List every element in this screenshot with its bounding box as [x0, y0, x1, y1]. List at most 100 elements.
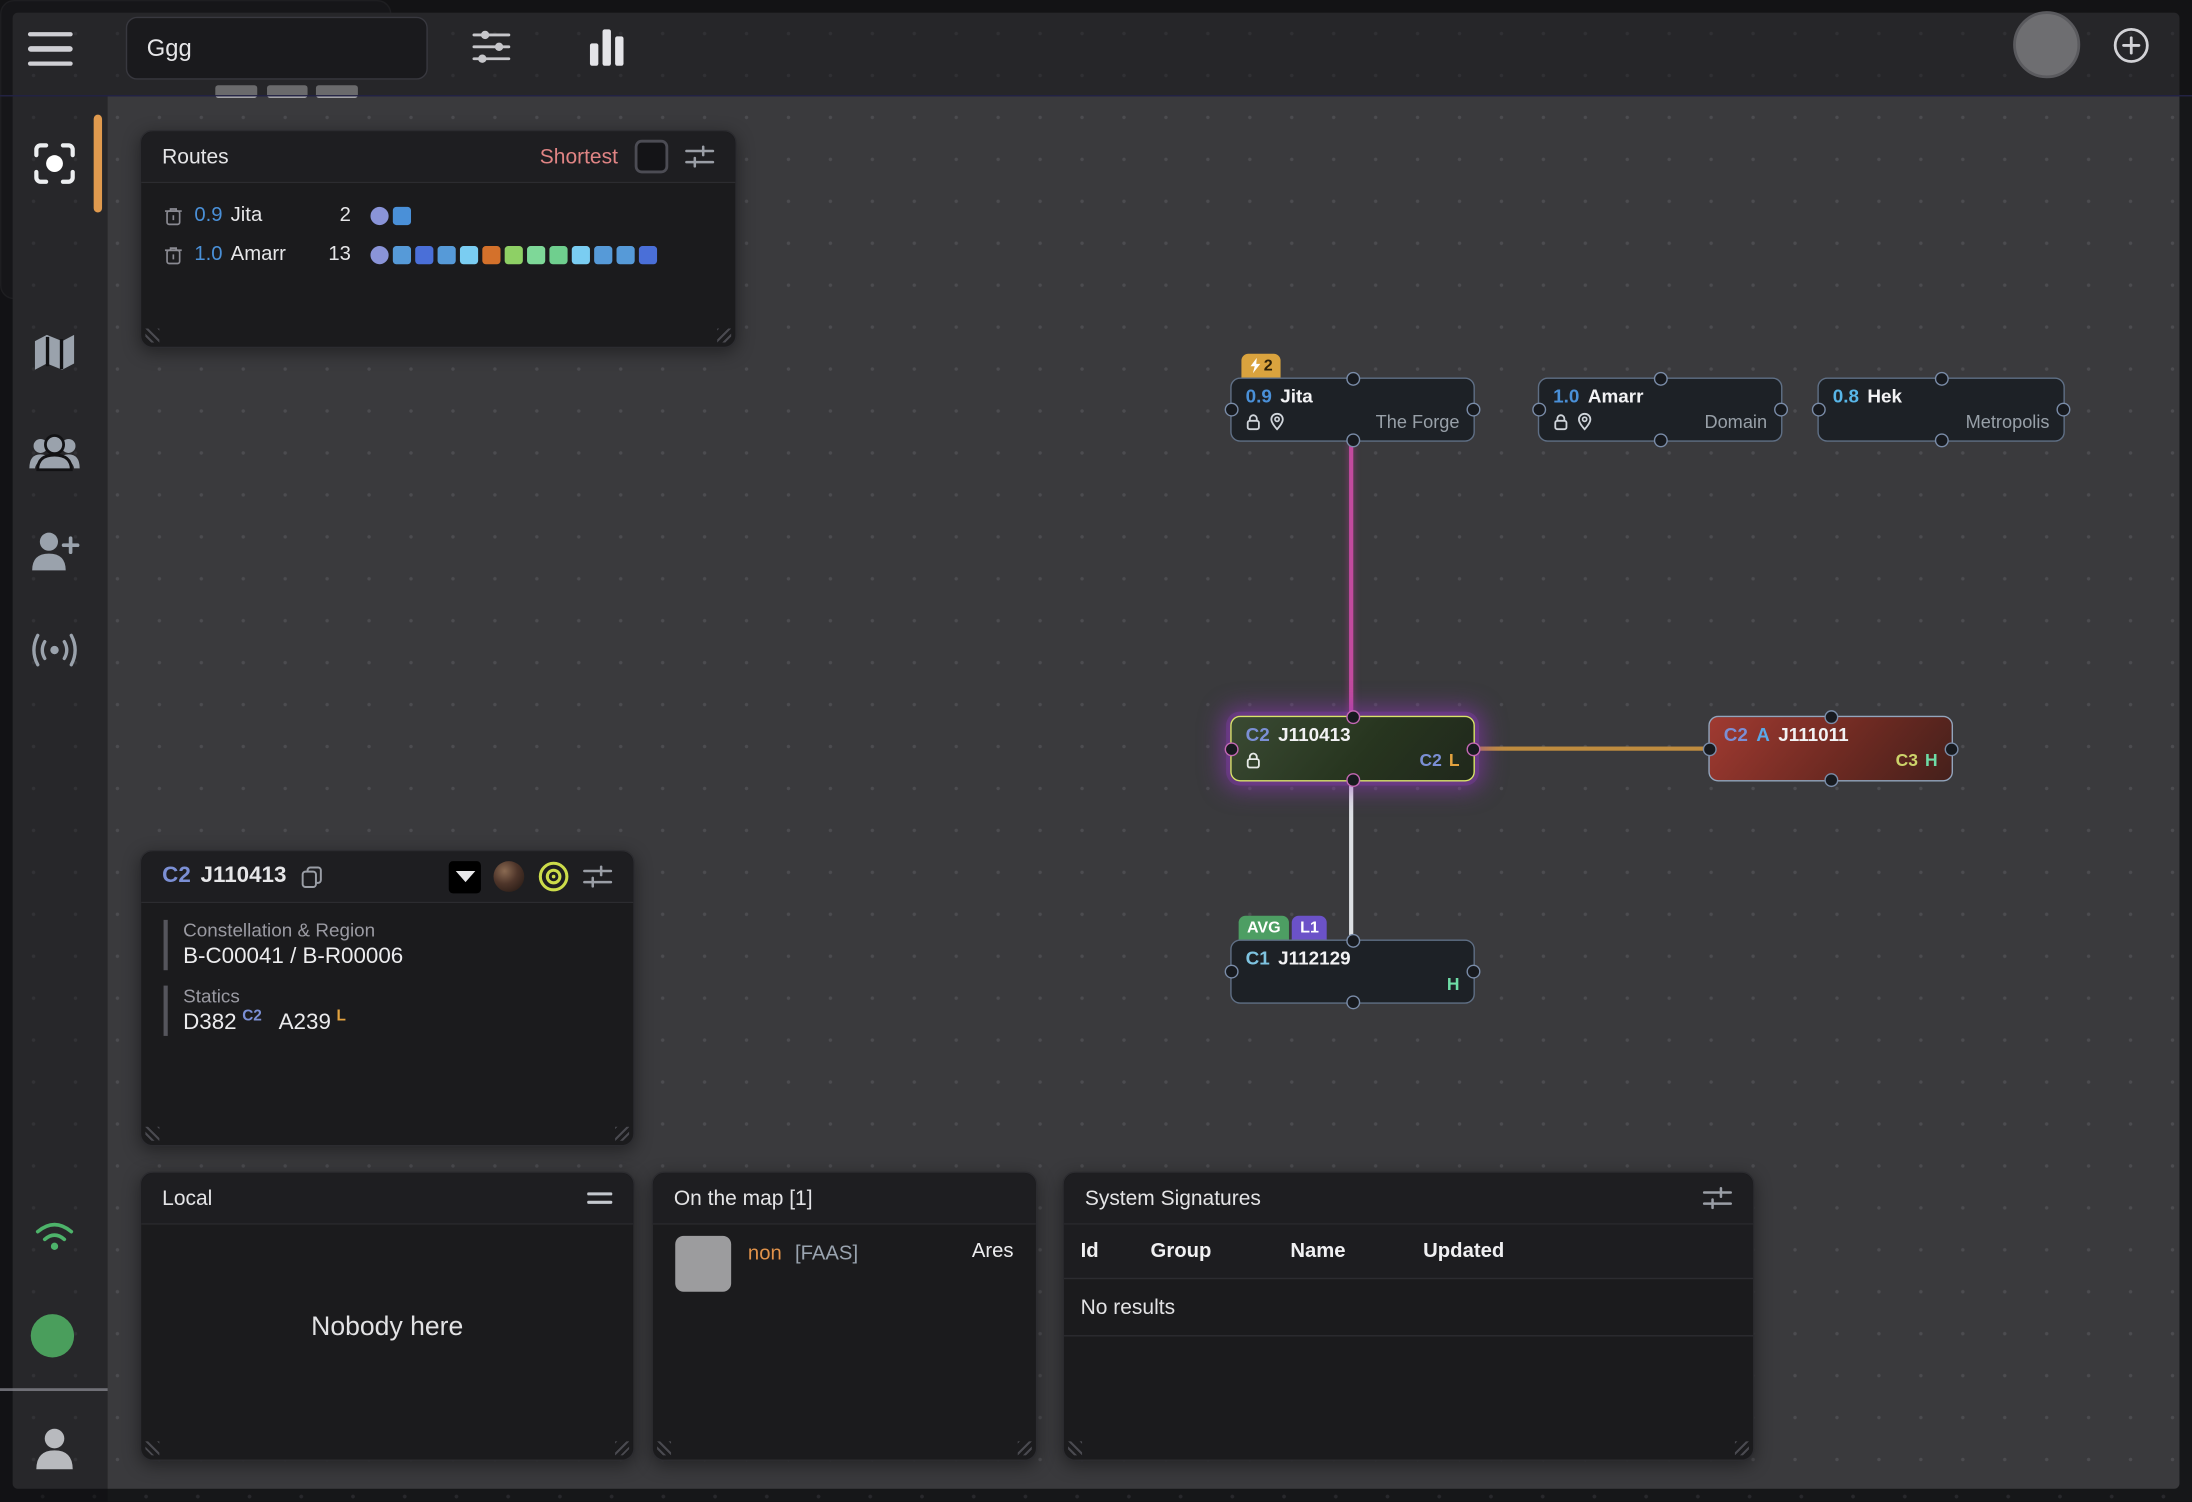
connection-handle[interactable] — [1467, 742, 1481, 756]
connection-handle[interactable] — [1225, 403, 1239, 417]
people-icon[interactable] — [27, 431, 80, 479]
connection-handle[interactable] — [1945, 742, 1959, 756]
connection-handle[interactable] — [1467, 965, 1481, 979]
status-indicator[interactable] — [31, 1314, 74, 1357]
connection-handle[interactable] — [1934, 433, 1948, 447]
connection-handle[interactable] — [1812, 403, 1826, 417]
system-thumbnail[interactable] — [493, 861, 524, 892]
connection-j110413-j112129[interactable] — [1349, 783, 1353, 941]
route-row-amarr[interactable]: 1.0 Amarr 13 — [141, 235, 735, 274]
effect-icon[interactable] — [537, 860, 571, 894]
route-system-swatch[interactable] — [370, 206, 388, 224]
resize-handle[interactable] — [1018, 1441, 1032, 1455]
resize-handle[interactable] — [145, 329, 159, 343]
connection-handle[interactable] — [1346, 995, 1360, 1009]
resize-handle[interactable] — [1068, 1441, 1082, 1455]
route-system-swatch[interactable] — [370, 245, 388, 263]
connection-handle[interactable] — [1346, 433, 1360, 447]
route-system-swatch[interactable] — [393, 206, 411, 224]
route-system-swatch[interactable] — [549, 245, 567, 263]
connection-handle[interactable] — [1824, 710, 1838, 724]
route-system-swatch[interactable] — [505, 245, 523, 263]
route-system-swatches[interactable] — [370, 245, 657, 263]
signatures-settings-icon[interactable] — [1703, 1186, 1732, 1210]
resize-handle[interactable] — [615, 1127, 629, 1141]
map-node-amarr[interactable]: 1.0Amarr Domain — [1538, 377, 1783, 441]
map-node-j111011[interactable]: C2AJ111011 C3H — [1708, 716, 1953, 782]
connection-handle[interactable] — [1346, 372, 1360, 386]
resize-handle[interactable] — [717, 329, 731, 343]
map-name-input[interactable] — [126, 17, 428, 80]
connection-j110413-j111011[interactable] — [1475, 747, 1708, 750]
route-security: 1.0 — [194, 243, 230, 265]
collapse-icon[interactable] — [449, 860, 481, 892]
user-avatar[interactable] — [2013, 11, 2080, 78]
route-system-swatches[interactable] — [370, 206, 411, 224]
signatures-column-updated[interactable]: Updated — [1423, 1240, 1753, 1262]
connection-handle[interactable] — [2056, 403, 2070, 417]
connection-handle[interactable] — [1653, 372, 1667, 386]
system-class: C2 — [162, 864, 191, 889]
route-row-jita[interactable]: 0.9 Jita 2 — [141, 196, 735, 235]
resize-handle[interactable] — [615, 1441, 629, 1455]
resize-handle[interactable] — [1735, 1441, 1749, 1455]
route-system-swatch[interactable] — [460, 245, 478, 263]
connection-handle[interactable] — [1703, 742, 1717, 756]
connection-handle[interactable] — [1346, 934, 1360, 948]
route-system-swatch[interactable] — [482, 245, 500, 263]
routes-settings-icon[interactable] — [685, 145, 714, 169]
trash-icon[interactable] — [164, 244, 184, 265]
route-system-swatch[interactable] — [393, 245, 411, 263]
add-icon[interactable] — [2112, 27, 2150, 65]
filter-sliders-icon[interactable] — [471, 28, 512, 66]
resize-handle[interactable] — [145, 1441, 159, 1455]
connection-handle[interactable] — [1346, 773, 1360, 787]
connection-handle[interactable] — [1346, 710, 1360, 724]
local-empty-text: Nobody here — [141, 1313, 633, 1344]
connection-jita-j110413[interactable] — [1349, 442, 1352, 717]
bar-chart-icon[interactable] — [586, 24, 628, 69]
map-node-j110413[interactable]: C2J110413 C2L — [1230, 716, 1475, 782]
map-node-j112129[interactable]: C1J112129 H — [1230, 939, 1475, 1003]
route-system-swatch[interactable] — [617, 245, 635, 263]
route-system-swatch[interactable] — [438, 245, 456, 263]
map-icon[interactable] — [30, 330, 78, 375]
route-mode-label[interactable]: Shortest — [540, 145, 618, 169]
connection-handle[interactable] — [1934, 372, 1948, 386]
local-title: Local — [162, 1186, 212, 1210]
pilot-row[interactable]: non [FAAS] Ares — [653, 1225, 1036, 1292]
connection-handle[interactable] — [1467, 403, 1481, 417]
connection-handle[interactable] — [1225, 965, 1239, 979]
route-system-swatch[interactable] — [639, 245, 657, 263]
resize-handle[interactable] — [657, 1441, 671, 1455]
focus-icon[interactable] — [30, 140, 78, 188]
route-system-swatch[interactable] — [415, 245, 433, 263]
user-icon[interactable] — [31, 1426, 76, 1474]
connection-handle[interactable] — [1774, 403, 1788, 417]
signatures-column-name[interactable]: Name — [1290, 1240, 1423, 1262]
route-system-swatch[interactable] — [572, 245, 590, 263]
system-tag: A — [1756, 724, 1770, 745]
connection-handle[interactable] — [1653, 433, 1667, 447]
info-settings-icon[interactable] — [583, 865, 612, 889]
map-node-hek[interactable]: 0.8Hek Metropolis — [1817, 377, 2064, 441]
local-menu-icon[interactable] — [587, 1190, 612, 1207]
connection-handle[interactable] — [1532, 403, 1546, 417]
copy-icon[interactable] — [300, 865, 322, 889]
route-system-swatch[interactable] — [594, 245, 612, 263]
signatures-column-group[interactable]: Group — [1151, 1240, 1291, 1262]
signatures-column-headers[interactable]: IdGroupNameUpdated — [1064, 1225, 1753, 1280]
route-system-swatch[interactable] — [527, 245, 545, 263]
signatures-column-id[interactable]: Id — [1081, 1240, 1151, 1262]
routes-panel: Routes Shortest 0.9 Jita 2 1.0 Amarr 13 — [140, 130, 737, 348]
resize-handle[interactable] — [145, 1127, 159, 1141]
connection-handle[interactable] — [1225, 742, 1239, 756]
person-add-icon[interactable] — [29, 528, 79, 576]
lock-icon — [1246, 751, 1261, 768]
map-node-jita[interactable]: 0.9Jita The Forge — [1230, 377, 1475, 441]
trash-icon[interactable] — [164, 205, 184, 226]
broadcast-icon[interactable] — [26, 629, 82, 671]
route-mode-checkbox[interactable] — [635, 140, 669, 174]
connection-handle[interactable] — [1824, 773, 1838, 787]
menu-icon[interactable] — [28, 32, 73, 66]
